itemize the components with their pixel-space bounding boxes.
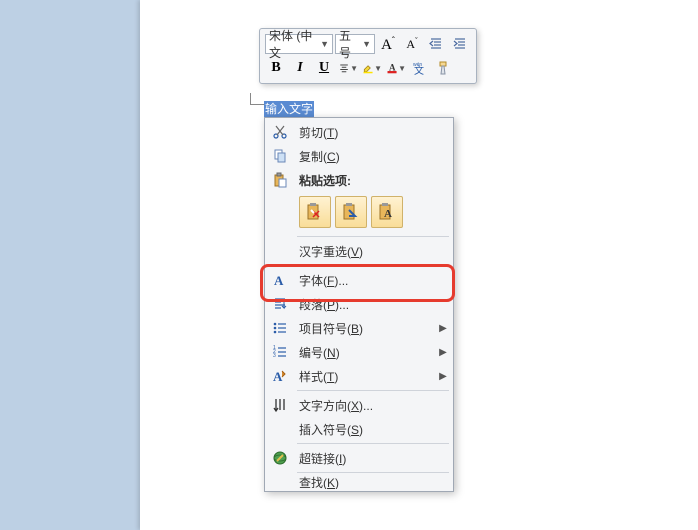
menu-styles[interactable]: A 样式(T) ▶	[267, 364, 451, 388]
mini-toolbar-row1: 宋体 (中文 ▼ 五号 ▼ Aˆ Aˇ	[265, 32, 471, 56]
chevron-down-icon: ▼	[362, 39, 371, 49]
format-painter-button[interactable]	[433, 57, 455, 79]
cut-icon	[272, 124, 288, 140]
chevron-down-icon: ▼	[398, 64, 406, 73]
separator	[297, 390, 449, 391]
submenu-arrow-icon: ▶	[435, 323, 451, 334]
paste-text-only-button[interactable]: A	[371, 196, 403, 228]
menu-text-direction[interactable]: 文字方向(X)...	[267, 393, 451, 417]
svg-text:A: A	[389, 62, 396, 72]
font-name-value: 宋体 (中文	[269, 27, 318, 61]
highlight-button[interactable]: ▼	[361, 57, 383, 79]
svg-text:文: 文	[414, 64, 424, 76]
shrink-font-button[interactable]: Aˇ	[401, 33, 423, 55]
menu-hyperlink-label: 超链接	[299, 450, 335, 467]
svg-text:3: 3	[273, 353, 276, 359]
font-dialog-icon: A	[272, 272, 288, 288]
grow-font-button[interactable]: Aˆ	[377, 33, 399, 55]
menu-copy[interactable]: 复制(C)	[267, 144, 451, 168]
highlight-icon	[362, 60, 374, 76]
font-size-select[interactable]: 五号 ▼	[335, 34, 375, 54]
paste-merge-icon	[341, 202, 361, 222]
menu-paste-options-label: 粘贴选项:	[299, 172, 351, 189]
hyperlink-icon	[272, 450, 288, 466]
svg-text:A: A	[384, 208, 392, 220]
increase-indent-button[interactable]	[449, 33, 471, 55]
text-direction-icon	[272, 397, 288, 413]
selected-text[interactable]: 输入文字	[264, 101, 314, 117]
format-painter-icon	[436, 60, 452, 76]
styles-icon: A	[272, 368, 288, 384]
paste-text-only-icon: A	[377, 202, 397, 222]
italic-button[interactable]: I	[289, 57, 311, 79]
menu-paragraph-label: 段落	[299, 296, 323, 313]
menu-lookup[interactable]: 查找(K)	[267, 475, 451, 489]
font-name-select[interactable]: 宋体 (中文 ▼	[265, 34, 333, 54]
menu-insert-symbol-label: 插入符号	[299, 421, 347, 438]
underline-button[interactable]: U	[313, 57, 335, 79]
increase-indent-icon	[452, 36, 468, 52]
menu-paragraph[interactable]: 段落(P)...	[267, 292, 451, 316]
chevron-down-icon: ▼	[374, 64, 382, 73]
menu-insert-symbol[interactable]: 插入符号(S)	[267, 417, 451, 441]
separator	[297, 236, 449, 237]
bold-icon: B	[271, 60, 280, 76]
paste-options-row: A	[267, 192, 451, 234]
separator	[297, 265, 449, 266]
numbering-icon: 123	[272, 344, 288, 360]
font-size-value: 五号	[339, 27, 360, 61]
menu-numbering-label: 编号	[299, 344, 323, 361]
bullets-icon	[272, 320, 288, 336]
phonetic-guide-button[interactable]: wén文	[409, 57, 431, 79]
paste-keep-source-button[interactable]	[299, 196, 331, 228]
separator	[297, 472, 449, 473]
paste-merge-button[interactable]	[335, 196, 367, 228]
menu-lookup-label: 查找	[299, 475, 323, 489]
menu-numbering[interactable]: 123 编号(N) ▶	[267, 340, 451, 364]
menu-reconvert[interactable]: 汉字重选(V)	[267, 239, 451, 263]
mini-toolbar-row2: B I U ▼ ▼ A ▼ wén文	[265, 56, 471, 80]
bold-button[interactable]: B	[265, 57, 287, 79]
paragraph-icon	[272, 296, 288, 312]
align-center-icon	[338, 60, 350, 76]
submenu-arrow-icon: ▶	[435, 347, 451, 358]
menu-font[interactable]: A 字体(F)...	[267, 268, 451, 292]
chevron-down-icon: ▼	[350, 64, 358, 73]
font-color-button[interactable]: A ▼	[385, 57, 407, 79]
mini-toolbar: 宋体 (中文 ▼ 五号 ▼ Aˆ Aˇ B I U ▼ ▼	[259, 28, 477, 84]
svg-text:A: A	[273, 369, 283, 384]
decrease-indent-icon	[428, 36, 444, 52]
menu-bullets-label: 项目符号	[299, 320, 347, 337]
shrink-font-icon: Aˇ	[406, 36, 417, 52]
paste-keep-source-icon	[305, 202, 325, 222]
menu-styles-label: 样式	[299, 368, 323, 385]
font-color-icon: A	[386, 60, 398, 76]
decrease-indent-button[interactable]	[425, 33, 447, 55]
menu-font-label: 字体	[299, 272, 323, 289]
svg-text:A: A	[274, 273, 284, 288]
menu-reconvert-label: 汉字重选	[299, 243, 347, 260]
context-menu: 剪切(T) 复制(C) 粘贴选项: A 汉字重选(V) A 字体(F)... 段…	[264, 117, 454, 492]
menu-paste-options: 粘贴选项:	[267, 168, 451, 192]
menu-hyperlink[interactable]: 超链接(I)	[267, 446, 451, 470]
menu-copy-label: 复制	[299, 148, 323, 165]
grow-font-icon: Aˆ	[381, 35, 395, 54]
paste-icon	[272, 172, 288, 188]
menu-text-direction-label: 文字方向	[299, 397, 347, 414]
separator	[297, 443, 449, 444]
align-button[interactable]: ▼	[337, 57, 359, 79]
menu-cut[interactable]: 剪切(T)	[267, 120, 451, 144]
copy-icon	[272, 148, 288, 164]
underline-icon: U	[319, 60, 329, 76]
menu-bullets[interactable]: 项目符号(B) ▶	[267, 316, 451, 340]
submenu-arrow-icon: ▶	[435, 371, 451, 382]
italic-icon: I	[297, 60, 302, 76]
chevron-down-icon: ▼	[320, 39, 329, 49]
menu-cut-label: 剪切	[299, 124, 323, 141]
phonetic-guide-icon: wén文	[412, 60, 428, 76]
